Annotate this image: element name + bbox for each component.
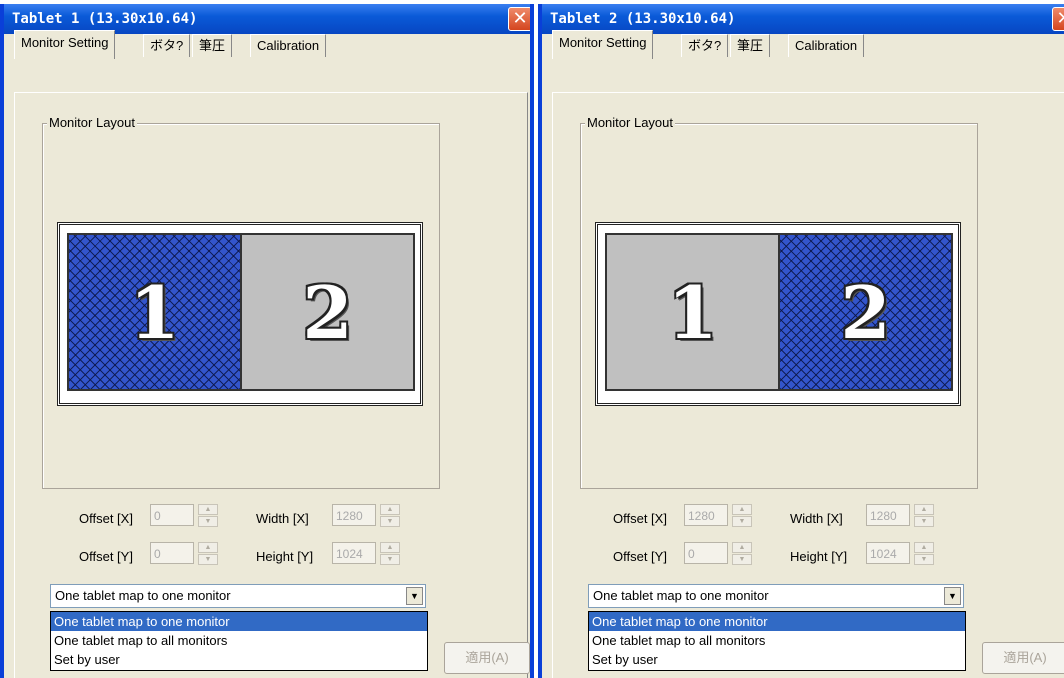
chevron-down-icon[interactable]: ▼ — [944, 587, 961, 605]
monitor-layout-label: Monitor Layout — [47, 115, 137, 130]
tab-pen-pressure[interactable]: 筆圧 — [192, 34, 233, 57]
tab-calibration[interactable]: Calibration — [788, 34, 865, 57]
spin-down-arrow-icon[interactable]: ▼ — [914, 554, 934, 565]
window-title: Tablet 2 (13.30x10.64) — [550, 11, 736, 27]
chevron-down-icon[interactable]: ▼ — [406, 587, 423, 605]
apply-button[interactable]: 適用(A) — [444, 642, 530, 674]
offset-y-input[interactable]: 0 — [150, 542, 194, 564]
mapping-mode-select[interactable]: One tablet map to one monitor ▼ — [50, 584, 426, 608]
height-y-spinner: 1024 ▲ ▼ — [866, 542, 940, 566]
mapping-mode-dropdown-list: One tablet map to one monitor One tablet… — [588, 611, 966, 671]
close-button[interactable]: ✕ — [508, 7, 530, 31]
option-one-to-all[interactable]: One tablet map to all monitors — [51, 631, 427, 650]
spin-up-arrow-icon[interactable]: ▲ — [198, 504, 218, 515]
spin-up-arrow-icon[interactable]: ▲ — [198, 542, 218, 553]
monitor-1-selected[interactable]: 1 — [67, 233, 242, 391]
height-y-input[interactable]: 1024 — [866, 542, 910, 564]
spin-up-arrow-icon[interactable]: ▲ — [380, 542, 400, 553]
offset-y-input[interactable]: 0 — [684, 542, 728, 564]
height-y-spinner: 1024 ▲ ▼ — [332, 542, 406, 566]
apply-button[interactable]: 適用(A) — [982, 642, 1064, 674]
tab-buttons[interactable]: ボタ? — [681, 34, 729, 57]
width-x-spinner: 1280 ▲ ▼ — [866, 504, 940, 528]
monitor-layout-label: Monitor Layout — [585, 115, 675, 130]
monitor-layout-group: Monitor Layout 1 2 — [580, 115, 978, 489]
offset-x-input[interactable]: 0 — [150, 504, 194, 526]
offset-x-label: Offset [X] — [613, 511, 667, 526]
offset-y-label: Offset [Y] — [79, 549, 133, 564]
offset-x-label: Offset [X] — [79, 511, 133, 526]
offset-x-input[interactable]: 1280 — [684, 504, 728, 526]
spin-up-arrow-icon[interactable]: ▲ — [914, 504, 934, 515]
offset-x-spinner: 0 ▲ ▼ — [150, 504, 224, 528]
offset-y-label: Offset [Y] — [613, 549, 667, 564]
option-set-by-user[interactable]: Set by user — [51, 650, 427, 669]
mapping-mode-dropdown-list: One tablet map to one monitor One tablet… — [50, 611, 428, 671]
tab-pen-pressure[interactable]: 筆圧 — [730, 34, 771, 57]
width-x-input[interactable]: 1280 — [332, 504, 376, 526]
monitor-layout-frame: 1 2 — [595, 222, 961, 406]
spin-down-arrow-icon[interactable]: ▼ — [914, 516, 934, 527]
height-y-label: Height [Y] — [790, 549, 848, 564]
offset-y-spinner: 0 ▲ ▼ — [150, 542, 224, 566]
option-one-to-all[interactable]: One tablet map to all monitors — [589, 631, 965, 650]
monitor-layout-group: Monitor Layout 1 2 — [42, 115, 440, 489]
tablet-1-dialog: Tablet 1 (13.30x10.64) ✕ Monitor Setting… — [0, 4, 534, 678]
width-x-label: Width [X] — [256, 511, 309, 526]
mapping-mode-value: One tablet map to one monitor — [593, 588, 769, 603]
close-icon: ✕ — [1056, 8, 1064, 29]
spin-down-arrow-icon[interactable]: ▼ — [198, 516, 218, 527]
monitor-layout-frame: 1 2 — [57, 222, 423, 406]
monitor-1[interactable]: 1 — [605, 233, 780, 391]
monitor-2-selected[interactable]: 2 — [778, 233, 953, 391]
tab-monitor-setting[interactable]: Monitor Setting — [552, 30, 654, 59]
height-y-label: Height [Y] — [256, 549, 314, 564]
close-button[interactable]: ✕ — [1052, 7, 1064, 31]
tab-calibration[interactable]: Calibration — [250, 34, 327, 57]
spin-up-arrow-icon[interactable]: ▲ — [914, 542, 934, 553]
spin-up-arrow-icon[interactable]: ▲ — [732, 504, 752, 515]
spin-up-arrow-icon[interactable]: ▲ — [732, 542, 752, 553]
tab-buttons[interactable]: ボタ? — [143, 34, 191, 57]
width-x-label: Width [X] — [790, 511, 843, 526]
window-title: Tablet 1 (13.30x10.64) — [12, 11, 198, 27]
tablet-2-dialog: Tablet 2 (13.30x10.64) ✕ Monitor Setting… — [538, 4, 1064, 678]
spin-down-arrow-icon[interactable]: ▼ — [380, 554, 400, 565]
offset-x-spinner: 1280 ▲ ▼ — [684, 504, 758, 528]
close-icon: ✕ — [512, 8, 528, 29]
option-set-by-user[interactable]: Set by user — [589, 650, 965, 669]
spin-down-arrow-icon[interactable]: ▼ — [732, 554, 752, 565]
offset-y-spinner: 0 ▲ ▼ — [684, 542, 758, 566]
tab-monitor-setting[interactable]: Monitor Setting — [14, 30, 116, 59]
spin-down-arrow-icon[interactable]: ▼ — [732, 516, 752, 527]
mapping-mode-select[interactable]: One tablet map to one monitor ▼ — [588, 584, 964, 608]
spin-down-arrow-icon[interactable]: ▼ — [198, 554, 218, 565]
option-one-to-one[interactable]: One tablet map to one monitor — [51, 612, 427, 631]
spin-down-arrow-icon[interactable]: ▼ — [380, 516, 400, 527]
spin-up-arrow-icon[interactable]: ▲ — [380, 504, 400, 515]
option-one-to-one[interactable]: One tablet map to one monitor — [589, 612, 965, 631]
mapping-mode-value: One tablet map to one monitor — [55, 588, 231, 603]
width-x-spinner: 1280 ▲ ▼ — [332, 504, 406, 528]
monitor-2[interactable]: 2 — [240, 233, 415, 391]
height-y-input[interactable]: 1024 — [332, 542, 376, 564]
width-x-input[interactable]: 1280 — [866, 504, 910, 526]
